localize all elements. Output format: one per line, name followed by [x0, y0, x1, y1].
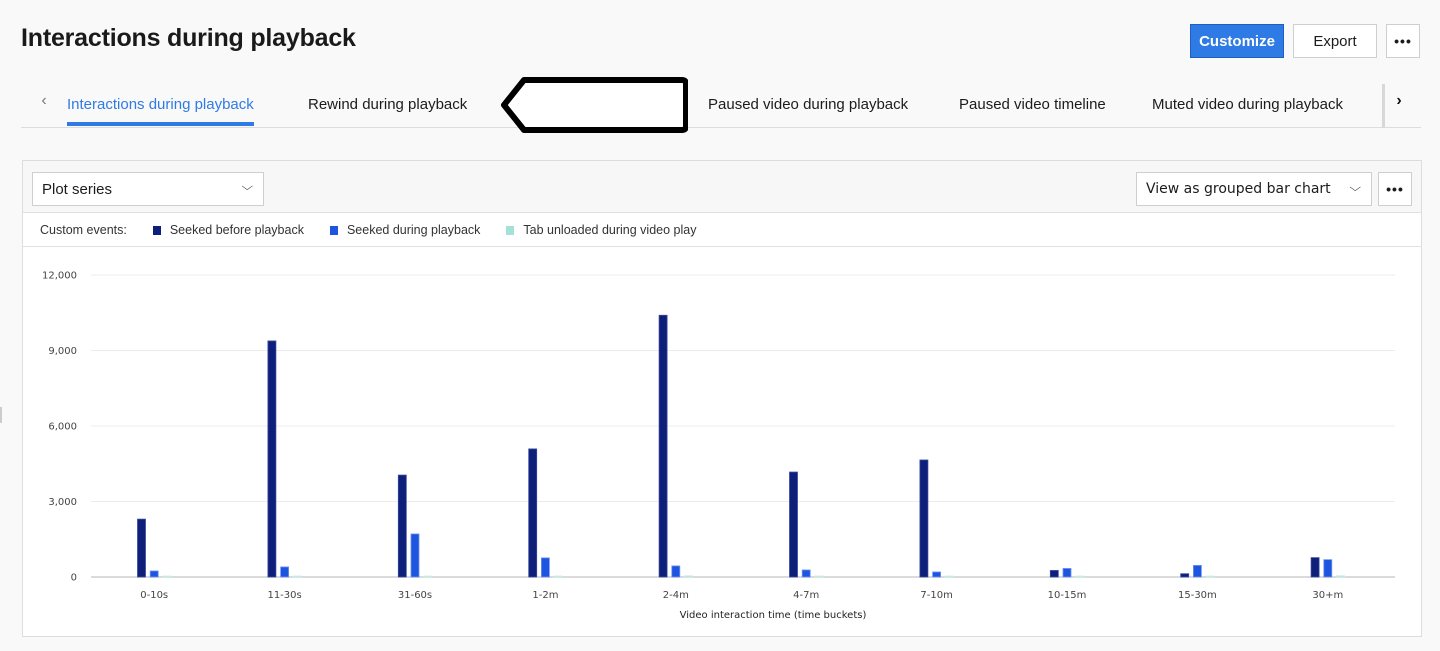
- bar-tab-unloaded-during-video-play-2-4m: [684, 575, 693, 578]
- chart-panel: Plot series ⌵ View as grouped bar chart …: [22, 160, 1422, 637]
- legend-label: Tab unloaded during video play: [523, 223, 697, 237]
- plot-series-value: Plot series: [42, 180, 113, 198]
- tab-muted-video-during-playback[interactable]: Muted video during playback: [1152, 96, 1343, 113]
- legend-item-tab-unloaded[interactable]: Tab unloaded during video play: [506, 223, 696, 237]
- bar-seeked-before-playback-0-10s: [137, 518, 146, 578]
- header-actions: Customize Export •••: [1190, 24, 1420, 58]
- bar-seeked-during-playback-4-7m: [801, 569, 811, 578]
- x-tick-label: 15-30m: [1178, 590, 1217, 601]
- y-tick-label: 0: [71, 573, 77, 584]
- y-tick-label: 9,000: [48, 346, 77, 357]
- tabs-prev-icon[interactable]: ‹: [36, 92, 52, 110]
- chevron-down-icon: ⌵: [1348, 181, 1361, 194]
- bar-seeked-before-playback-1-2m: [528, 448, 538, 578]
- more-options-button[interactable]: •••: [1386, 24, 1420, 58]
- x-tick-label: 31-60s: [398, 590, 432, 601]
- bar-seeked-during-playback-0-10s: [149, 570, 159, 578]
- chart-more-options-button[interactable]: •••: [1378, 172, 1412, 206]
- tab-interactions-during-playback[interactable]: Interactions during playback: [67, 96, 254, 126]
- redacted-tab: [501, 77, 688, 133]
- bar-tab-unloaded-during-video-play-15-30m: [1205, 575, 1215, 578]
- page-title: Interactions during playback: [21, 24, 356, 52]
- bar-seeked-before-playback-31-60s: [397, 474, 407, 578]
- bar-tab-unloaded-during-video-play-7-10m: [944, 575, 954, 578]
- tab-rewind-during-playback[interactable]: Rewind during playback: [308, 96, 467, 113]
- y-tick-label: 3,000: [48, 497, 77, 508]
- tabs-divider: [1382, 84, 1385, 128]
- bar-tab-unloaded-during-video-play-31-60s: [423, 575, 433, 578]
- legend-swatch: [506, 225, 515, 235]
- x-tick-label: 7-10m: [920, 590, 952, 601]
- bar-seeked-before-playback-10-15m: [1049, 570, 1059, 578]
- legend-swatch: [329, 225, 338, 235]
- chevron-down-icon: ⌵: [240, 181, 253, 193]
- tabs-next-icon[interactable]: ›: [1391, 92, 1407, 110]
- bar-seeked-during-playback-1-2m: [541, 557, 550, 578]
- bar-tab-unloaded-during-video-play-10-15m: [1075, 575, 1085, 578]
- chart-area: 0 3,000 6,000 9,000 12,000 0-10s 11-30s 31-60s 1…: [23, 248, 1421, 636]
- x-tick-label: 1-2m: [532, 590, 558, 601]
- legend-title: Custom events:: [40, 223, 127, 237]
- tab-paused-video-timeline[interactable]: Paused video timeline: [959, 96, 1106, 113]
- bar-seeked-before-playback-2-4m: [658, 314, 668, 578]
- legend-item-seeked-during-playback[interactable]: Seeked during playback: [329, 223, 481, 237]
- left-edge-handle: [0, 407, 2, 423]
- y-tick-label: 12,000: [42, 271, 77, 282]
- bar-tab-unloaded-during-video-play-30+m: [1336, 575, 1345, 578]
- view-as-value: View as grouped bar chart: [1146, 181, 1331, 197]
- bar-tab-unloaded-during-video-play-0-10s: [162, 575, 172, 578]
- bar-seeked-before-playback-15-30m: [1180, 573, 1190, 578]
- x-tick-label: 30+m: [1312, 590, 1343, 601]
- legend-label: Seeked before playback: [169, 223, 304, 237]
- bar-tab-unloaded-during-video-play-4-7m: [814, 575, 824, 578]
- bar-seeked-during-playback-2-4m: [671, 565, 681, 578]
- tab-paused-video-during-playback[interactable]: Paused video during playback: [708, 96, 908, 113]
- bar-seeked-before-playback-4-7m: [789, 471, 798, 578]
- bar-seeked-during-playback-31-60s: [410, 533, 420, 578]
- bar-seeked-before-playback-7-10m: [919, 459, 929, 578]
- x-axis-title: Video interaction time (time buckets): [680, 610, 867, 621]
- bar-seeked-before-playback-30+m: [1310, 557, 1320, 578]
- report-tabs: ‹ Interactions during playback Rewind du…: [21, 80, 1421, 128]
- customize-button[interactable]: Customize: [1190, 24, 1284, 58]
- bar-seeked-before-playback-11-30s: [267, 340, 277, 578]
- x-tick-label: 0-10s: [140, 590, 168, 601]
- export-button[interactable]: Export: [1293, 24, 1377, 58]
- bar-seeked-during-playback-15-30m: [1193, 565, 1202, 578]
- x-tick-label: 10-15m: [1048, 590, 1087, 601]
- view-as-select[interactable]: View as grouped bar chart ⌵: [1136, 172, 1372, 206]
- x-tick-label: 2-4m: [663, 590, 689, 601]
- bar-seeked-during-playback-7-10m: [932, 571, 941, 578]
- bar-tab-unloaded-during-video-play-1-2m: [553, 575, 563, 578]
- bar-seeked-during-playback-30+m: [1323, 559, 1333, 578]
- x-tick-label: 4-7m: [793, 590, 819, 601]
- bar-chart: 0 3,000 6,000 9,000 12,000 0-10s 11-30s 31-60s 1…: [42, 271, 1395, 621]
- chart-legend: Custom events: Seeked before playback Se…: [23, 214, 1421, 247]
- x-tick-label: 11-30s: [267, 590, 301, 601]
- y-tick-label: 6,000: [48, 422, 77, 433]
- chart-toolbar: Plot series ⌵ View as grouped bar chart …: [23, 161, 1421, 213]
- legend-swatch: [152, 225, 161, 235]
- legend-label: Seeked during playback: [346, 223, 481, 237]
- plot-series-select[interactable]: Plot series ⌵: [32, 172, 264, 206]
- legend-item-seeked-before-playback[interactable]: Seeked before playback: [152, 223, 304, 237]
- bar-seeked-during-playback-10-15m: [1062, 568, 1072, 578]
- bar-tab-unloaded-during-video-play-11-30s: [292, 575, 302, 578]
- bar-seeked-during-playback-11-30s: [280, 566, 290, 578]
